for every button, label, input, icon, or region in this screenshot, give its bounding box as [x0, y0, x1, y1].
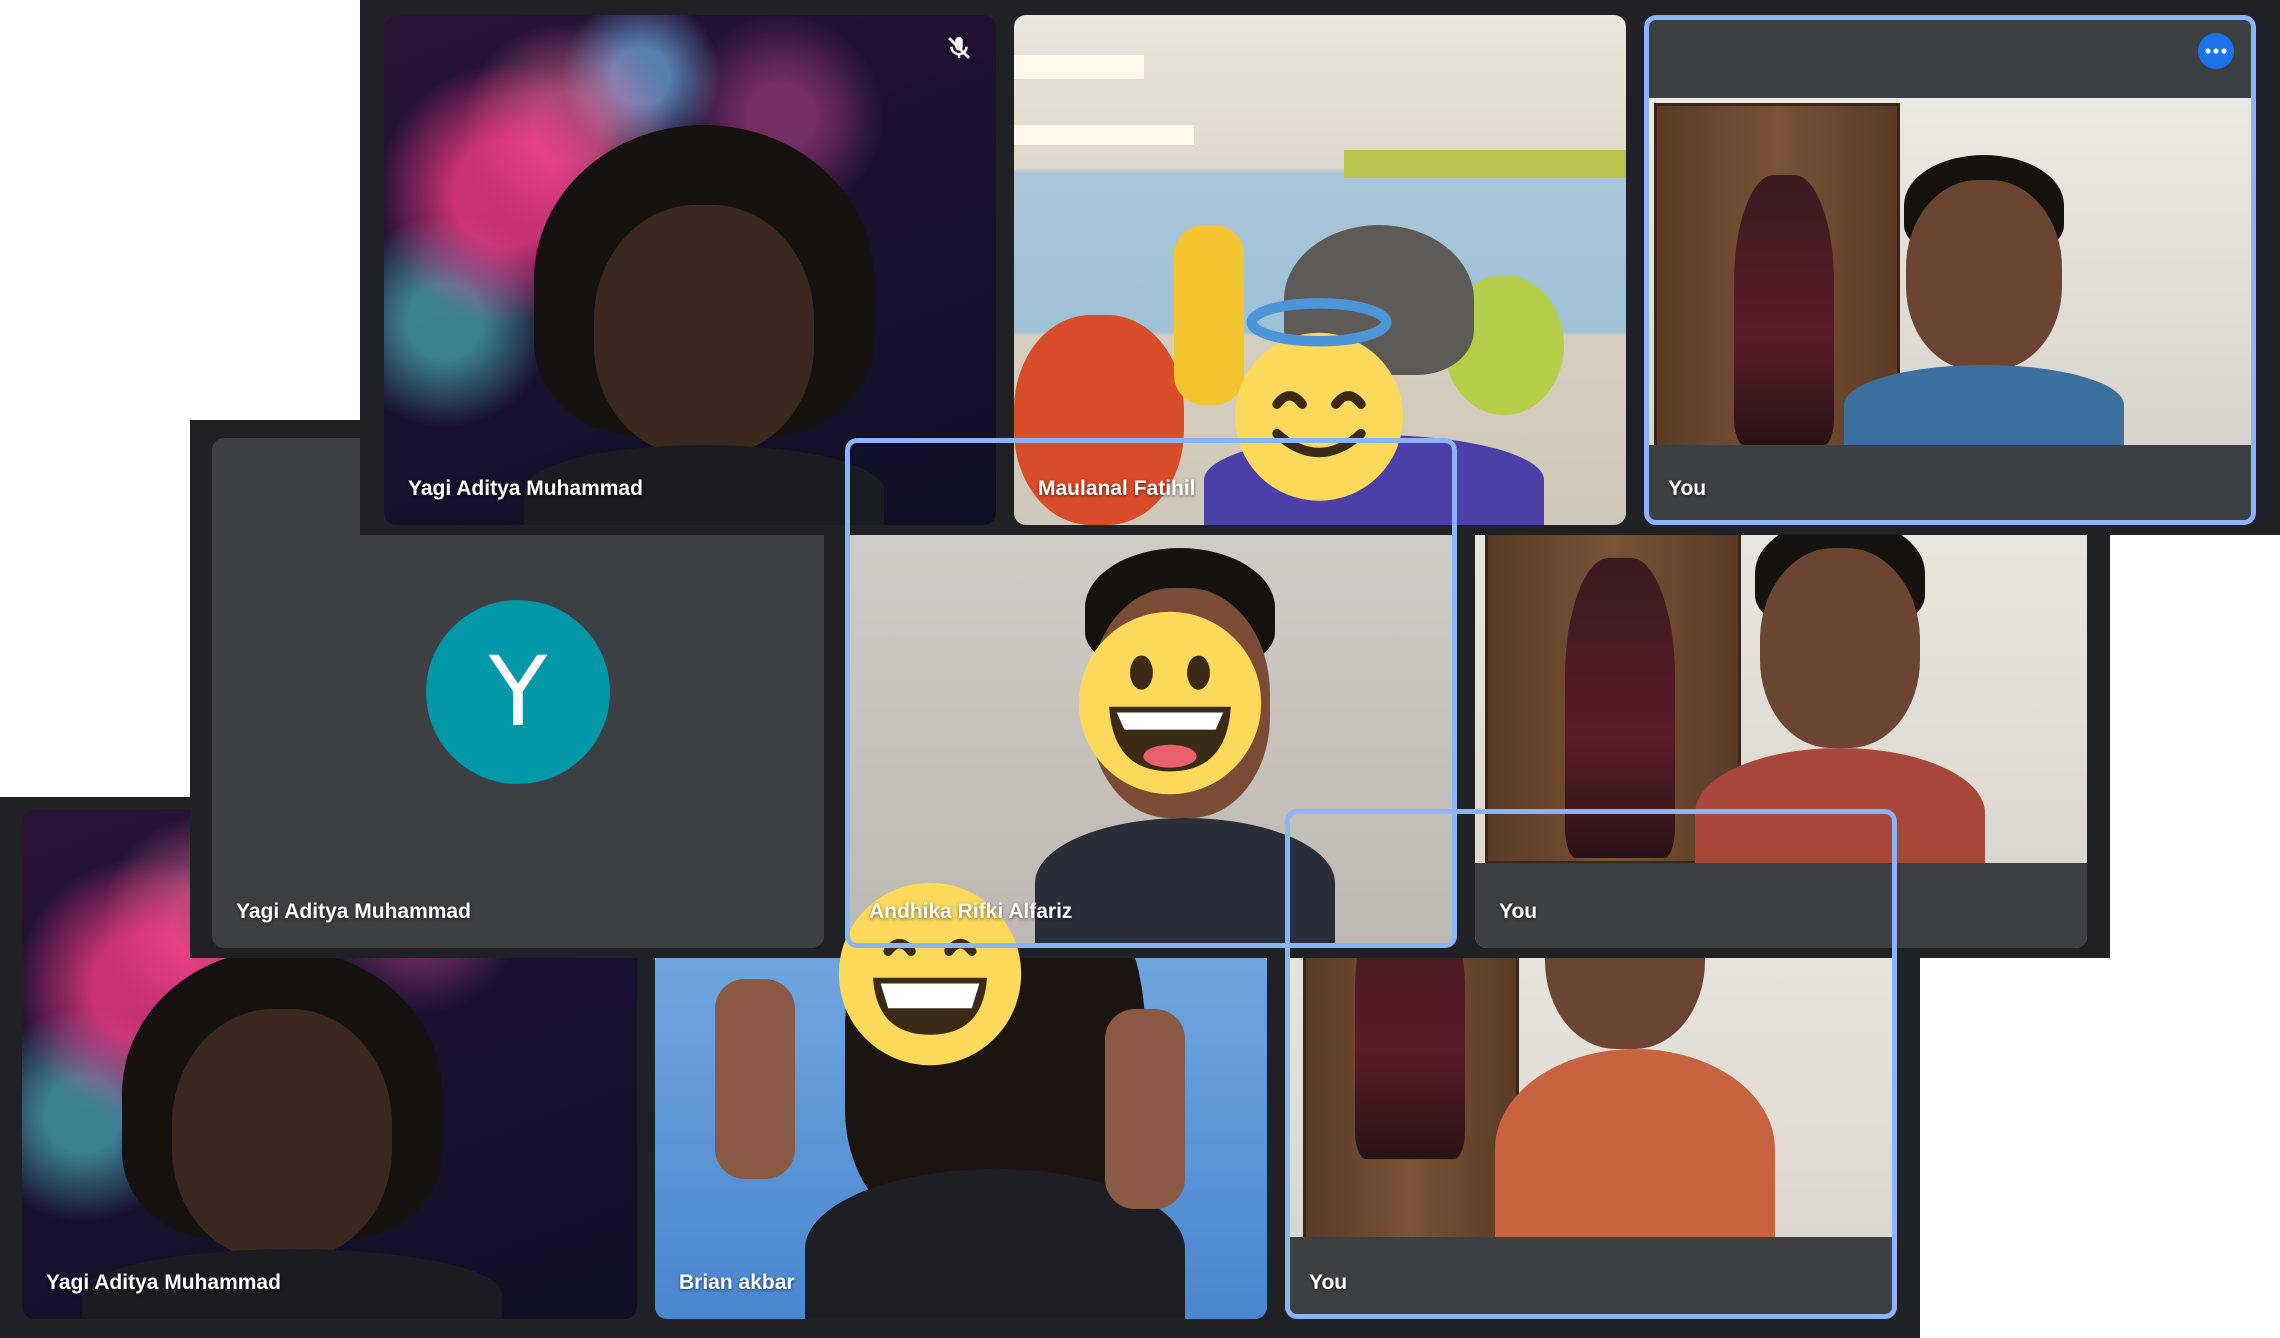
- participant-name: Yagi Aditya Muhammad: [46, 1271, 281, 1294]
- participant-name: You: [1309, 1271, 1348, 1294]
- more-options-button[interactable]: [2198, 33, 2234, 69]
- participant-tile[interactable]: Yagi Aditya Muhammad: [384, 15, 996, 525]
- meet-screenshot-1: Yagi Aditya Muhammad Maulanal Fatihil Yo…: [360, 0, 2280, 535]
- participant-name: Maulanal Fatihil: [1038, 477, 1196, 500]
- avatar: Y: [426, 600, 610, 784]
- participant-name: Yagi Aditya Muhammad: [408, 477, 643, 500]
- participant-tile[interactable]: You: [1644, 15, 2256, 525]
- participant-video: [82, 949, 502, 1319]
- mic-off-icon: [948, 36, 970, 59]
- participant-name: Andhika Rifki Alfariz: [869, 900, 1073, 923]
- participant-tile[interactable]: Maulanal Fatihil: [1014, 15, 1626, 525]
- participant-name: Yagi Aditya Muhammad: [236, 900, 471, 923]
- participant-video: [1695, 518, 1985, 878]
- participant-name: You: [1668, 477, 1707, 500]
- participant-name: You: [1499, 900, 1538, 923]
- participant-name: Brian akbar: [679, 1271, 795, 1294]
- participant-video: [1844, 155, 2124, 445]
- participant-video: [524, 125, 884, 525]
- grinning-face-emoji: [1078, 611, 1262, 795]
- smiling-face-with-halo-emoji: [1235, 298, 1403, 501]
- more-options-icon: [2205, 48, 2227, 54]
